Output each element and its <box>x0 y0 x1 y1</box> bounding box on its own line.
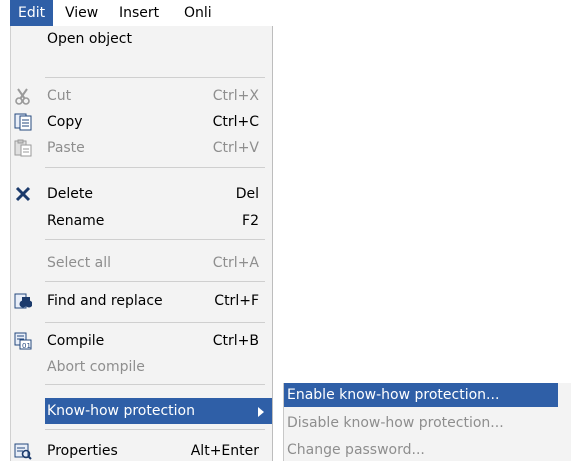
submenu-item-label: Enable know-how protection... <box>287 387 500 403</box>
delete-x-icon <box>14 185 32 203</box>
menu-item-label: Properties <box>47 443 118 459</box>
menu-item-label: Find and replace <box>47 293 163 309</box>
menu-item-label: Rename <box>47 213 105 229</box>
menu-item-label: Delete <box>47 186 93 202</box>
svg-text:01: 01 <box>22 342 31 350</box>
menu-item-label: Know-how protection <box>47 403 195 419</box>
menu-edit[interactable]: Edit <box>10 0 54 26</box>
menu-item-shortcut: Ctrl+A <box>212 255 259 271</box>
properties-icon <box>14 442 32 460</box>
paste-icon <box>14 139 32 157</box>
copy-icon <box>14 113 32 131</box>
menu-item-label: Copy <box>47 114 83 130</box>
menu-item-paste[interactable]: Paste Ctrl+V <box>11 135 272 161</box>
menu-separator <box>45 322 265 323</box>
menu-item-select-all[interactable]: Select all Ctrl+A <box>11 250 272 276</box>
scissors-icon <box>14 87 32 105</box>
menu-insert[interactable]: Insert <box>111 0 167 26</box>
menu-item-label: Cut <box>47 88 72 104</box>
menu-online[interactable]: Onli <box>176 0 220 26</box>
menu-separator <box>45 429 265 430</box>
submenu-item-disable-know-how[interactable]: Disable know-how protection... <box>284 411 558 435</box>
menu-item-compile[interactable]: 01 Compile Ctrl+B <box>11 328 272 354</box>
menu-item-shortcut: Del <box>235 186 259 202</box>
submenu-item-enable-know-how[interactable]: Enable know-how protection... <box>284 383 558 407</box>
know-how-submenu: Enable know-how protection... Disable kn… <box>283 383 571 461</box>
menu-bar: Edit View Insert Onli <box>10 0 273 27</box>
menu-item-open-object[interactable]: Open object <box>11 26 272 52</box>
menu-item-label: Paste <box>47 140 85 156</box>
menu-item-label: Compile <box>47 333 105 349</box>
menu-item-find-replace[interactable]: Find and replace Ctrl+F <box>11 288 272 314</box>
binoculars-icon <box>14 292 33 310</box>
menu-separator <box>45 281 265 282</box>
menu-item-shortcut: Ctrl+X <box>212 88 259 104</box>
menu-item-shortcut: Ctrl+C <box>212 114 259 130</box>
menu-separator <box>45 384 265 385</box>
menu-item-shortcut: Ctrl+B <box>212 333 259 349</box>
menu-item-label: Select all <box>47 255 111 271</box>
menu-separator <box>45 77 265 78</box>
compile-icon: 01 <box>14 332 32 350</box>
menu-item-cut[interactable]: Cut Ctrl+X <box>11 83 272 109</box>
submenu-arrow-icon <box>258 407 264 417</box>
menu-view[interactable]: View <box>57 0 106 26</box>
menu-item-rename[interactable]: Rename F2 <box>11 208 272 234</box>
menu-item-properties[interactable]: Properties Alt+Enter <box>11 438 272 464</box>
menu-item-know-how-protection[interactable]: Know-how protection <box>45 398 272 424</box>
menu-item-label: Open object <box>47 31 132 47</box>
menu-item-delete[interactable]: Delete Del <box>11 181 272 207</box>
menu-item-label: Abort compile <box>47 359 145 375</box>
submenu-item-label: Disable know-how protection... <box>287 415 504 431</box>
submenu-item-label: Change password... <box>287 442 425 458</box>
submenu-item-change-password[interactable]: Change password... <box>284 438 558 462</box>
menu-item-abort-compile[interactable]: Abort compile <box>11 354 272 380</box>
edit-menu: Open object Cut Ctrl+X Copy Ctrl+C Paste… <box>10 26 273 461</box>
menu-item-shortcut: Ctrl+V <box>212 140 259 156</box>
menu-item-copy[interactable]: Copy Ctrl+C <box>11 109 272 135</box>
menu-separator <box>45 239 265 240</box>
menu-item-shortcut: Ctrl+F <box>214 293 259 309</box>
menu-separator <box>45 167 265 168</box>
menu-item-shortcut: F2 <box>242 213 259 229</box>
menu-item-shortcut: Alt+Enter <box>190 443 259 459</box>
